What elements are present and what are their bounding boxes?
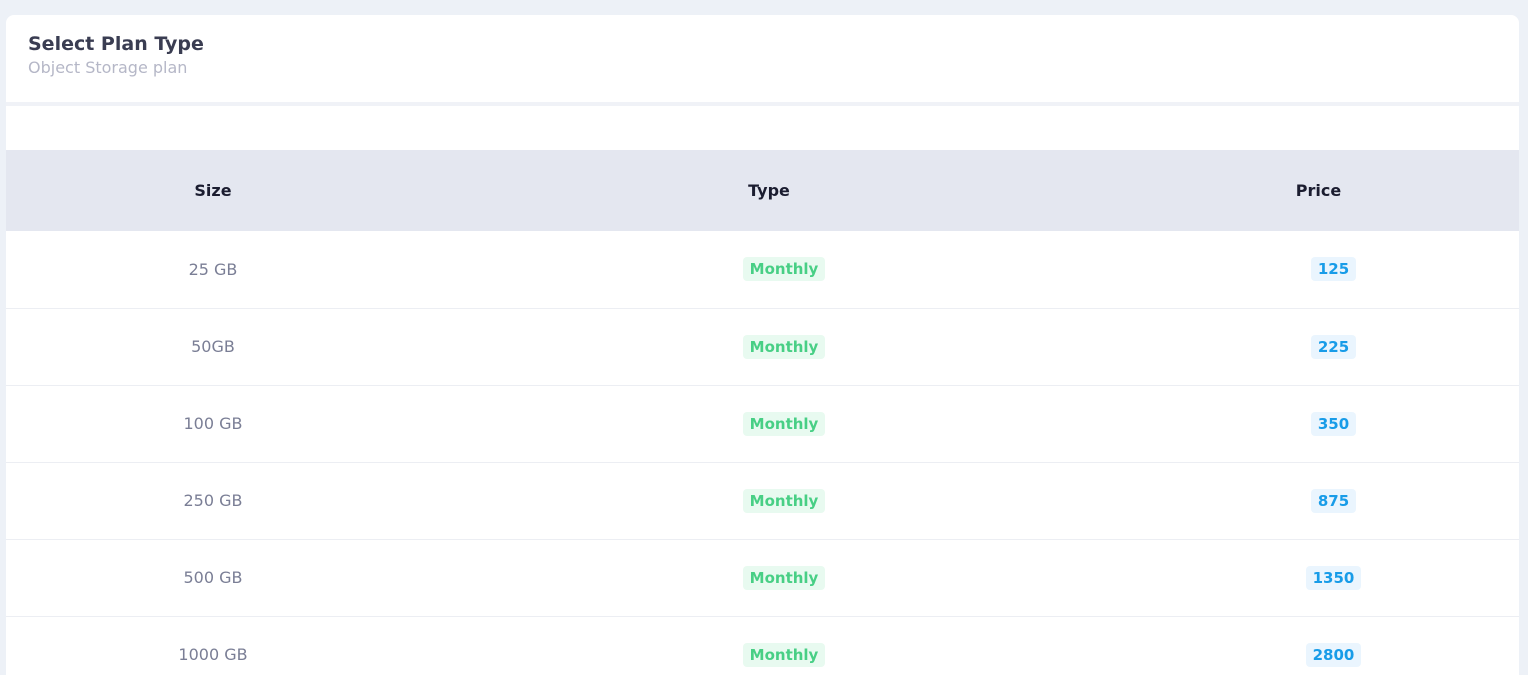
size-cell: 250 GB bbox=[183, 491, 243, 510]
table-row[interactable]: 1000 GB Monthly 2800 bbox=[6, 616, 1519, 675]
price-cell: 125 bbox=[1118, 231, 1519, 308]
size-cell: 100 GB bbox=[183, 414, 243, 433]
size-cell: 50GB bbox=[191, 337, 235, 356]
table-row[interactable]: 250 GB Monthly 875 bbox=[6, 462, 1519, 539]
type-cell: Monthly bbox=[420, 385, 1118, 462]
type-badge: Monthly bbox=[742, 642, 826, 667]
plans-table: Size Type Price 25 GB Monthly 125 50GB M… bbox=[6, 150, 1519, 675]
price-badge: 2800 bbox=[1305, 642, 1362, 667]
price-cell: 225 bbox=[1118, 308, 1519, 385]
table-row[interactable]: 500 GB Monthly 1350 bbox=[6, 539, 1519, 616]
column-header-price: Price bbox=[1295, 181, 1342, 200]
column-header-type: Type bbox=[748, 181, 790, 200]
column-header-size: Size bbox=[194, 181, 232, 200]
price-badge: 875 bbox=[1310, 488, 1357, 513]
page-title: Select Plan Type bbox=[28, 33, 204, 55]
size-cell: 1000 GB bbox=[178, 645, 248, 664]
plan-card: Select Plan Type Object Storage plan Siz… bbox=[6, 15, 1519, 675]
price-badge: 350 bbox=[1310, 411, 1357, 436]
price-cell: 350 bbox=[1118, 385, 1519, 462]
type-badge: Monthly bbox=[742, 334, 826, 359]
size-cell: 500 GB bbox=[183, 568, 243, 587]
type-cell: Monthly bbox=[420, 462, 1118, 539]
card-header: Select Plan Type Object Storage plan bbox=[6, 15, 1519, 106]
price-badge: 1350 bbox=[1305, 565, 1362, 590]
table-row[interactable]: 25 GB Monthly 125 bbox=[6, 231, 1519, 308]
type-cell: Monthly bbox=[420, 231, 1118, 308]
table-header-row: Size Type Price bbox=[6, 150, 1519, 231]
table-row[interactable]: 100 GB Monthly 350 bbox=[6, 385, 1519, 462]
price-badge: 225 bbox=[1310, 334, 1357, 359]
type-cell: Monthly bbox=[420, 616, 1118, 675]
type-badge: Monthly bbox=[742, 257, 826, 282]
price-cell: 875 bbox=[1118, 462, 1519, 539]
type-badge: Monthly bbox=[742, 565, 826, 590]
size-cell: 25 GB bbox=[188, 259, 238, 279]
page-subtitle: Object Storage plan bbox=[28, 58, 188, 77]
price-badge: 125 bbox=[1310, 257, 1357, 282]
type-cell: Monthly bbox=[420, 308, 1118, 385]
type-badge: Monthly bbox=[742, 488, 826, 513]
price-cell: 2800 bbox=[1118, 616, 1519, 675]
table-row[interactable]: 50GB Monthly 225 bbox=[6, 308, 1519, 385]
price-cell: 1350 bbox=[1118, 539, 1519, 616]
type-cell: Monthly bbox=[420, 539, 1118, 616]
type-badge: Monthly bbox=[742, 411, 826, 436]
